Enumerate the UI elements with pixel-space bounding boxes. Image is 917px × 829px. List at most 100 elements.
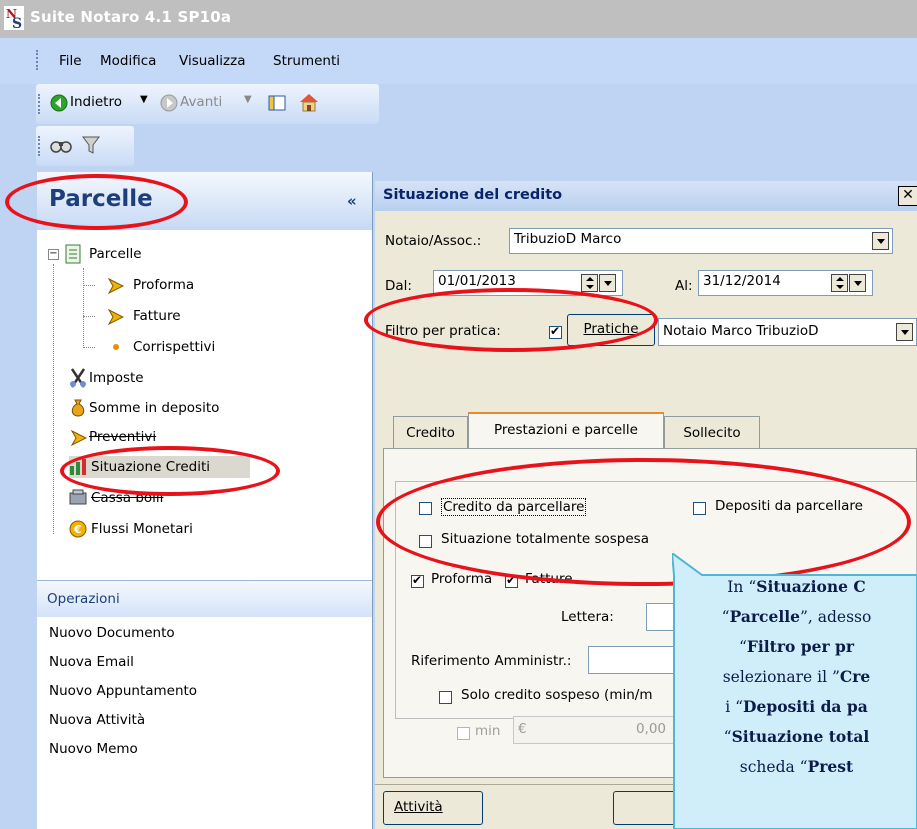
riferimento-label: Riferimento Amministr.: [411,653,572,669]
menu-grip[interactable] [36,50,41,70]
binoculars-icon[interactable] [50,136,72,154]
svg-text:€: € [73,523,82,536]
forward-dropdown-icon[interactable]: ▼ [244,94,252,105]
euro-symbol: € [518,721,527,737]
menu-bar: File Modifica Visualizza Strumenti [0,38,917,84]
dal-label: Dal: [385,278,412,294]
al-spinner-icon[interactable] [831,274,848,292]
operations-header: Operazioni [37,580,372,617]
notaio-label: Notaio/Assoc.: [385,233,482,249]
dal-value: 01/01/2013 [438,273,516,289]
pratica-value: Notaio Marco TribuzioD [663,323,819,339]
back-label: Indietro [70,94,122,110]
callout-line: scheda “Prest [739,757,854,776]
window-title-bar: N S Suite Notaro 4.1 SP10a [0,0,917,38]
tree-item-corrispettivi[interactable]: Corrispettivi [133,339,215,355]
solo-credito-label[interactable]: Solo credito sospeso (min/m [461,687,653,703]
attivita-label: Attività [394,799,443,815]
tree-connector [83,347,95,348]
document-icon [65,244,81,264]
dialog-title: Situazione del credito [383,187,563,203]
tab-prestazioni-parcelle[interactable]: Prestazioni e parcelle [468,412,664,449]
window-title: Suite Notaro 4.1 SP10a [30,8,232,26]
min-amount-field[interactable]: € 0,00 [513,716,675,744]
callout-line: “Parcelle”, adesso [721,607,872,626]
al-dropdown-icon[interactable] [849,274,866,292]
proforma-checkbox[interactable] [411,573,424,588]
tab-label: Credito [406,425,455,441]
highlight-ellipse [60,446,280,496]
callout-line: “Filtro per pr [738,637,855,656]
menu-file[interactable]: File [59,53,82,69]
min-checkbox[interactable] [457,727,470,740]
proforma-label[interactable]: Proforma [431,571,492,587]
tree-item-flussi-monetari[interactable]: Flussi Monetari [91,521,193,537]
operations-title: Operazioni [47,591,120,607]
tree-item-preventivi[interactable]: Preventivi [89,429,156,445]
attivita-button[interactable]: Attività [383,791,483,825]
lettera-label: Lettera: [561,609,614,625]
tree-connector [83,316,95,317]
riferimento-field[interactable] [588,646,676,674]
back-dropdown-icon[interactable]: ▼ [140,94,148,105]
tree-connector [83,285,95,286]
tab-sollecito[interactable]: Sollecito [664,416,760,448]
forward-button[interactable]: Avanti [160,92,242,116]
al-value: 31/12/2014 [703,273,781,289]
notaio-select[interactable]: TribuzioD Marco [509,228,893,254]
dal-dropdown-icon[interactable] [599,274,616,292]
forward-label: Avanti [180,94,223,110]
tab-label: Sollecito [683,425,741,441]
highlight-ellipse [5,174,188,230]
money-bag-icon [71,399,85,417]
op-nuova-email[interactable]: Nuova Email [49,654,134,670]
coin-icon: € [69,520,87,538]
cash-box-icon [69,489,87,505]
toolbar-grip[interactable] [38,136,43,156]
arrow-right-icon [108,309,124,325]
min-label: min [475,723,501,739]
arrow-right-icon [108,278,124,294]
tree-item-fatture[interactable]: Fatture [133,308,181,324]
callout-line: selezionare il ”Cre [722,667,871,686]
al-label: Al: [675,278,693,294]
filter-funnel-icon[interactable] [82,135,100,155]
dal-spinner-icon[interactable] [581,274,598,292]
op-nuovo-documento[interactable]: Nuovo Documento [49,625,175,641]
tree-connector [53,264,54,534]
bullet-icon [113,344,119,350]
toolbar-grip[interactable] [38,94,43,114]
callout-text: In “Situazione C “Parcelle”, adesso “Fil… [676,572,917,782]
tree-collapse-toggle[interactable]: − [48,249,59,260]
highlight-ellipse [364,288,658,352]
op-nuovo-appuntamento[interactable]: Nuovo Appuntamento [49,683,197,699]
tree-item-parcelle[interactable]: Parcelle [89,246,142,262]
tree-connector [83,268,84,348]
notaio-dropdown-icon[interactable] [872,232,889,250]
dialog-title-bar: Situazione del credito ✕ [375,181,917,211]
back-arrow-icon [50,94,68,112]
tree-item-proforma[interactable]: Proforma [133,277,194,293]
close-icon[interactable]: ✕ [898,186,917,206]
pratica-select[interactable]: Notaio Marco TribuzioD [658,318,917,346]
tree-item-somme-deposito[interactable]: Somme in deposito [89,400,219,416]
menu-strumenti[interactable]: Strumenti [273,53,340,69]
op-nuovo-memo[interactable]: Nuovo Memo [49,741,138,757]
folders-panel-icon[interactable] [268,94,286,112]
navigation-toolbar: Indietro ▼ Avanti ▼ [36,84,379,124]
tree-item-imposte[interactable]: Imposte [89,370,144,386]
tab-credito[interactable]: Credito [393,416,468,448]
notaio-value: TribuzioD Marco [514,231,622,247]
pratica-dropdown-icon[interactable] [896,323,913,341]
callout-line: i “Depositi da pa [725,697,868,716]
arrow-right-icon [71,430,87,446]
solo-credito-checkbox[interactable] [439,691,452,704]
callout-line: “Situazione total [723,727,870,746]
app-logo-icon: N S [4,6,24,30]
menu-visualizza[interactable]: Visualizza [179,53,246,69]
back-button[interactable]: Indietro [50,92,136,116]
home-icon[interactable] [298,92,320,112]
collapse-pane-icon[interactable]: « [347,192,357,210]
menu-modifica[interactable]: Modifica [100,53,156,69]
op-nuova-attivita[interactable]: Nuova Attività [49,712,145,728]
